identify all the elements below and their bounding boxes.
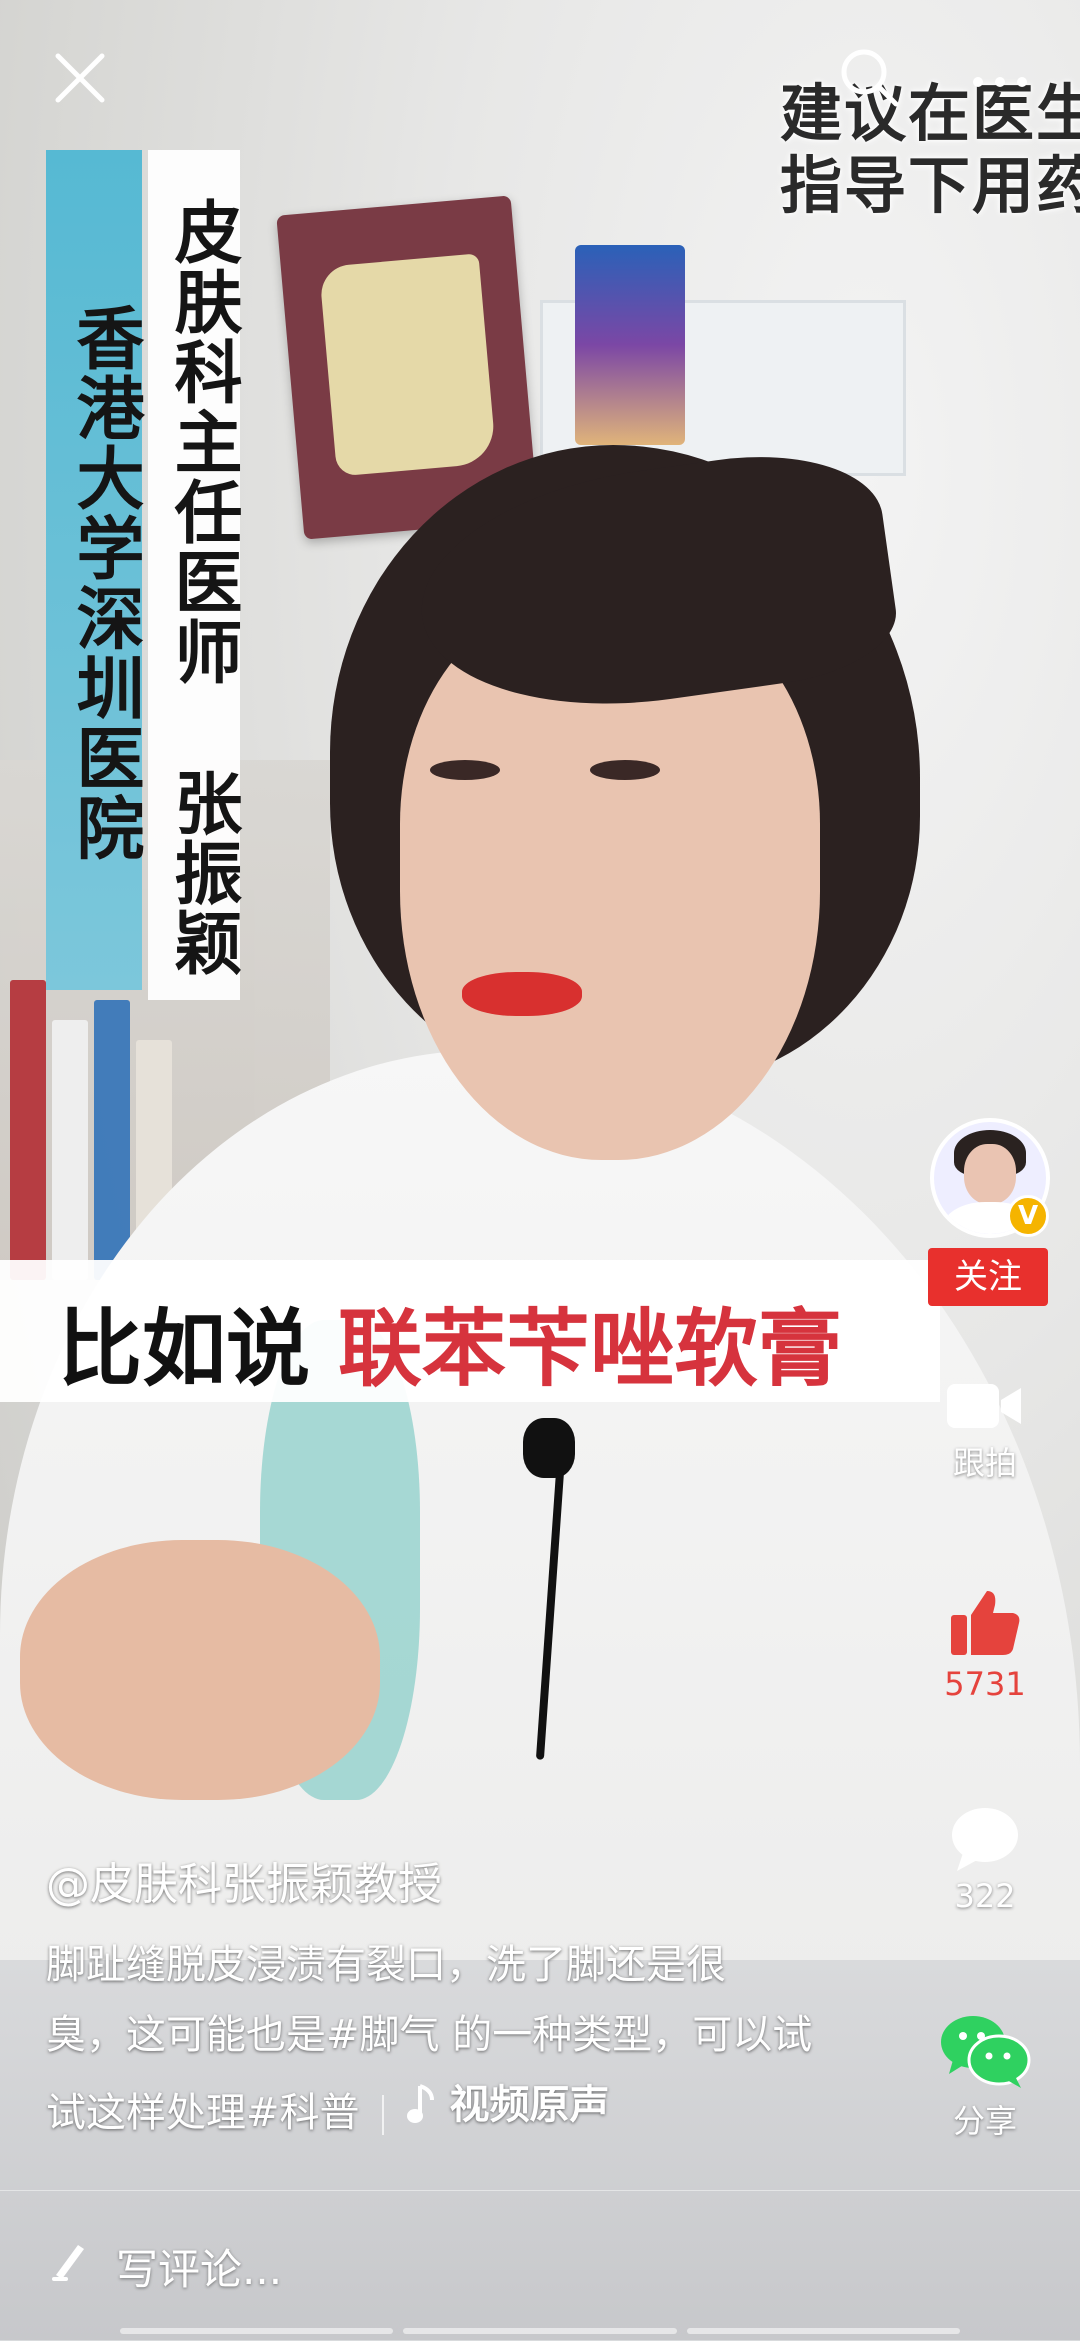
desc-line-3: 试这样处理#科普 视频原声 xyxy=(46,2070,916,2148)
video-progress[interactable] xyxy=(120,2328,960,2334)
speech-bubble-icon xyxy=(952,1808,1018,1871)
wechat-icon xyxy=(941,2016,1031,2088)
doctor-title-caption: 皮肤科主任医师 张振颖 xyxy=(148,150,241,1000)
search-icon xyxy=(841,49,899,107)
hospital-caption: 香港大学深圳医院 xyxy=(46,150,143,990)
verified-badge: V xyxy=(1007,1195,1049,1237)
pencil-icon xyxy=(52,2245,84,2281)
follow-button[interactable]: 关注 xyxy=(928,1248,1048,1306)
doctor-arm xyxy=(20,1540,380,1800)
doctor-eye-left xyxy=(430,760,500,780)
desc-line-3-text: 试这样处理#科普 xyxy=(46,2090,360,2136)
subtitle-part1: 比如说 xyxy=(58,1300,311,1398)
more-button[interactable] xyxy=(970,72,1030,92)
thumbs-up-icon xyxy=(951,1591,1020,1655)
duet-button[interactable]: 跟拍 xyxy=(925,1378,1045,1484)
comment-placeholder: 写评论... xyxy=(116,2245,283,2294)
lapel-mic xyxy=(523,1418,575,1478)
subtitle-part2: 联苯苄唑软膏 xyxy=(338,1300,843,1398)
close-icon xyxy=(55,53,105,103)
like-count: 5731 xyxy=(944,1665,1026,1703)
share-label: 分享 xyxy=(952,2102,1017,2140)
music-label: 视频原声 xyxy=(449,2082,610,2128)
video-subtitle: 比如说 联苯苄唑软膏 xyxy=(0,1260,940,1402)
comment-count: 322 xyxy=(954,1877,1016,1915)
post-description[interactable]: 脚趾缝脱皮浸渍有裂口，洗了脚还是很 臭，这可能也是#脚气 的一种类型，可以试 试… xyxy=(46,1930,916,2148)
share-button[interactable]: 分享 xyxy=(925,2012,1045,2142)
like-button[interactable]: 5731 xyxy=(925,1585,1045,1703)
comment-button[interactable]: 322 xyxy=(925,1805,1045,1915)
doctor-title-text: 皮肤科主任医师 张振颖 xyxy=(162,197,241,978)
music-link[interactable]: 视频原声 xyxy=(406,2070,610,2140)
close-button[interactable] xyxy=(50,48,110,108)
video-corner-note: 建议在医生 指导下用药 xyxy=(780,77,1080,222)
comment-input-bar[interactable]: 写评论... xyxy=(0,2190,1080,2341)
desc-line-2: 臭，这可能也是#脚气 的一种类型，可以试 xyxy=(46,2012,813,2058)
music-note-icon xyxy=(406,2084,434,2123)
desc-line-1: 脚趾缝脱皮浸渍有裂口，洗了脚还是很 xyxy=(46,1942,726,1988)
hospital-text: 香港大学深圳医院 xyxy=(64,302,143,863)
background-award xyxy=(575,245,685,445)
doctor-lips xyxy=(462,972,582,1016)
duet-label: 跟拍 xyxy=(952,1444,1017,1482)
doctor-eye-right xyxy=(590,760,660,780)
more-dots-icon xyxy=(973,77,1027,87)
author-name[interactable]: @皮肤科张振颖教授 xyxy=(46,1848,442,1912)
video-camera-icon xyxy=(947,1384,1021,1428)
search-button[interactable] xyxy=(838,46,902,110)
divider xyxy=(381,2095,384,2135)
